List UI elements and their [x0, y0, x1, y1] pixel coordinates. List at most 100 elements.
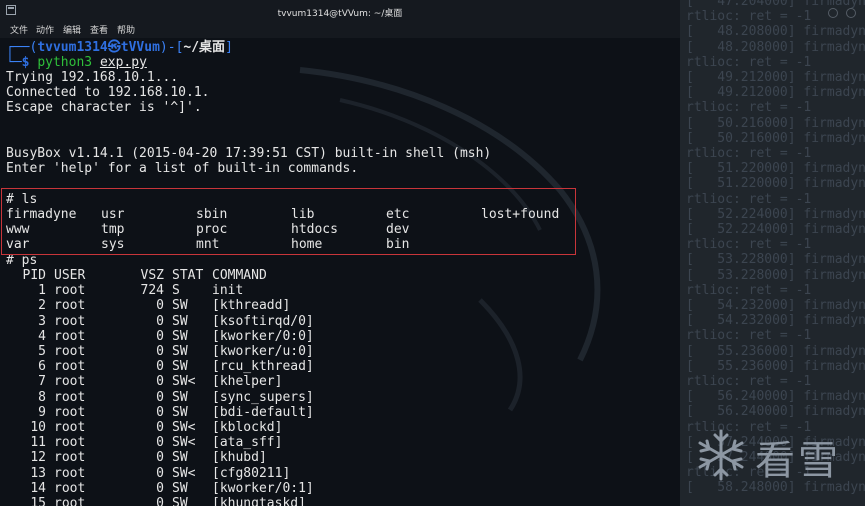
title-bar: tvvum1314@tVVum: ~/桌面	[0, 0, 680, 22]
ps-command: init	[212, 283, 244, 299]
ps-pid: 1	[38, 283, 46, 299]
prompt-line: ┌──(tvvum1314㉿tVVum)-[~/桌面]	[6, 40, 233, 55]
background-log-line: [ 53.228000] firmadyne	[686, 267, 865, 283]
menu-help[interactable]: 帮助	[117, 23, 135, 36]
prompt-user: tvvum1314	[37, 40, 108, 55]
background-log-line: rtlioc: ret = -1	[686, 374, 812, 389]
prompt-bracket-end: ]	[225, 40, 233, 55]
ps-vsz: 0	[156, 313, 164, 329]
ps-user: USER	[54, 268, 86, 283]
background-log-line: [ 56.240000] firmadyne	[686, 404, 865, 420]
ps-command: [ksoftirqd/0]	[212, 313, 314, 329]
ps-stat: SW<	[172, 420, 196, 435]
ps-vsz: 0	[156, 389, 164, 405]
ps-user: root	[54, 435, 86, 451]
ps-vsz: 0	[156, 420, 164, 435]
kanxue-watermark: 看雪	[695, 425, 865, 485]
background-log-line: [ 56.240000] firmadyne	[686, 389, 865, 405]
background-log-line: rtlioc: ret = -1	[686, 237, 812, 253]
terminal-window: tvvum1314@tVVum: ~/桌面 文件 动作 编辑 查看 帮助 ┌──…	[0, 0, 680, 506]
background-log-line: rtlioc: ret = -1	[686, 100, 812, 116]
ps-vsz: 724	[140, 283, 164, 299]
ps-command: [khelper]	[212, 374, 283, 390]
prompt-corner-top: ┌──(	[6, 40, 38, 55]
ps-stat: SW	[172, 313, 188, 329]
ps-command: [sync_supers]	[212, 389, 314, 405]
background-log-line: rtlioc: ret = -1	[686, 328, 812, 344]
ps-vsz: 0	[156, 404, 164, 420]
ps-stat: SW	[172, 496, 188, 506]
ps-stat: SW<	[172, 435, 196, 451]
ps-pid: 14	[30, 480, 46, 496]
ps-stat: SW	[172, 480, 188, 496]
prompt-dollar: $	[21, 55, 30, 70]
ps-pid: 7	[38, 374, 46, 390]
ps-pid: 6	[38, 359, 46, 375]
command-arg: exp.py	[99, 55, 147, 70]
ps-vsz: 0	[156, 450, 164, 466]
terminal-output[interactable]: ┌──(tvvum1314㉿tVVum)-[~/桌面] └─$ python3 …	[6, 38, 680, 506]
background-log-line: [ 54.232000] firmadyne	[686, 313, 865, 329]
menu-file[interactable]: 文件	[10, 23, 28, 36]
ps-command: [kthreadd]	[212, 298, 291, 314]
ps-user: root	[54, 328, 86, 344]
ps-vsz: 0	[156, 359, 164, 375]
background-log-line: [ 52.224000] firmadyne	[686, 206, 865, 222]
output-escape: Escape character is '^]'.	[6, 100, 202, 115]
output-connected: Connected to 192.168.10.1.	[6, 85, 210, 100]
background-log-line: [ 50.216000] firmadyne	[686, 115, 865, 131]
ps-stat: SW	[172, 344, 188, 359]
background-log-line: [ 48.208000] firmadyne	[686, 24, 865, 40]
ps-command: [cfg80211]	[212, 465, 291, 481]
ps-user: root	[54, 344, 86, 359]
minimize-button[interactable]	[828, 8, 838, 18]
background-log-line: rtlioc: ret = -1	[686, 146, 812, 161]
output-busybox: BusyBox v1.14.1 (2015-04-20 17:39:51 CST…	[6, 146, 492, 161]
ps-pid: 9	[38, 404, 46, 420]
ps-stat: SW	[172, 359, 188, 375]
ps-command: [kworker/u:0]	[212, 344, 314, 359]
ps-user: root	[54, 404, 86, 420]
background-log-line: [ 47.204000] firmadyne	[686, 0, 865, 9]
background-log-line: [ 48.208000] firmadyne	[686, 39, 865, 55]
ps-stat: SW	[172, 328, 188, 344]
ps-command: COMMAND	[212, 268, 267, 283]
menu-bar: 文件 动作 编辑 查看 帮助	[0, 22, 680, 38]
background-log-line: [ 50.216000] firmadyne	[686, 130, 865, 146]
ps-pid: 13	[30, 465, 46, 481]
background-log-line: [ 51.220000] firmadyne	[686, 161, 865, 177]
menu-actions[interactable]: 动作	[36, 23, 54, 36]
ps-user: root	[54, 359, 86, 375]
menu-edit[interactable]: 编辑	[63, 23, 81, 36]
ps-command: [khungtaskd]	[212, 496, 306, 506]
ps-command: # ps	[6, 253, 38, 268]
background-log-line: [ 55.236000] firmadyne	[686, 343, 865, 359]
output-trying: Trying 192.168.10.1...	[6, 70, 179, 85]
ps-user: root	[54, 389, 86, 405]
prompt-corner-bottom: └─	[6, 55, 22, 70]
ps-vsz: 0	[156, 328, 164, 344]
background-log-line: [ 53.228000] firmadyne	[686, 252, 865, 268]
close-button[interactable]	[846, 8, 856, 18]
background-log-line: rtlioc: ret = -1	[686, 54, 812, 70]
ps-vsz: 0	[156, 480, 164, 496]
ps-user: root	[54, 374, 86, 390]
ps-command: [rcu_kthread]	[212, 359, 314, 375]
background-log-line: [ 52.224000] firmadyne	[686, 222, 865, 237]
menu-view[interactable]: 查看	[90, 23, 108, 36]
command-line: └─$ python3 exp.py	[6, 55, 147, 70]
prompt-bracket-mid: )-[	[159, 40, 184, 55]
background-log-line: [ 55.236000] firmadyne	[686, 358, 865, 374]
ps-command: [kblockd]	[212, 420, 283, 435]
background-log-line: [ 49.212000] firmadyne	[686, 85, 865, 101]
ps-user: root	[54, 496, 86, 506]
ps-vsz: 0	[156, 435, 164, 451]
snowflake-icon	[698, 429, 744, 481]
watermark-text: 看雪	[755, 438, 841, 484]
ps-pid: 15	[30, 496, 46, 506]
ps-command: [khubd]	[212, 450, 267, 466]
ps-vsz: 0	[156, 465, 164, 481]
ps-user: root	[54, 313, 86, 329]
prompt-host: tVVum	[120, 40, 160, 55]
ps-command: [ata_sff]	[212, 435, 283, 451]
